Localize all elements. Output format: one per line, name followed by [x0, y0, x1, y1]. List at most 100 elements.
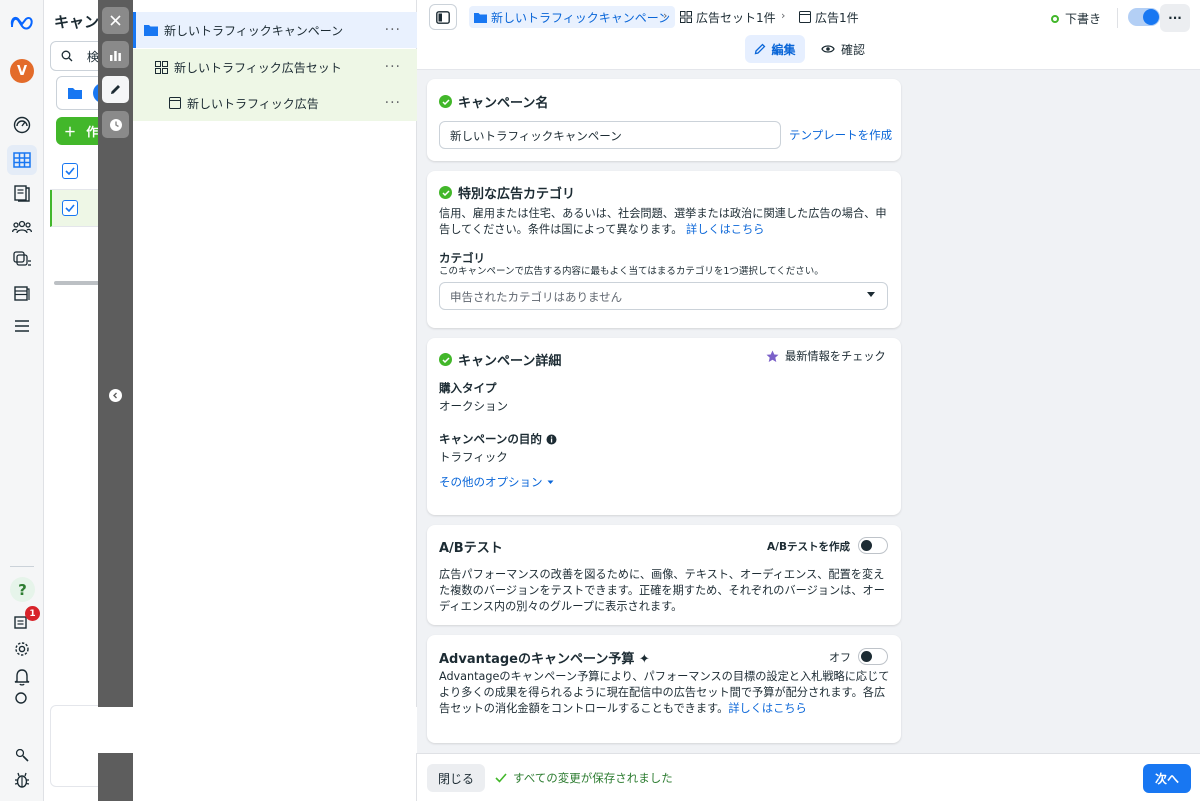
check-circle-icon: [439, 95, 452, 108]
search-partial-icon[interactable]: [7, 692, 37, 706]
ab-test-heading: A/Bテスト: [439, 541, 503, 556]
buying-type-value: オークション: [439, 399, 508, 413]
pages-icon[interactable]: [7, 178, 37, 208]
billing-icon[interactable]: [7, 278, 37, 308]
ab-test-toggle-label: A/Bテストを作成: [767, 541, 850, 553]
campaign-name-input[interactable]: 新しいトラフィックキャンペーン: [439, 121, 781, 149]
more-options-button[interactable]: ···: [1160, 4, 1190, 32]
search-icon: [61, 50, 77, 64]
advantage-budget-toggle[interactable]: [858, 648, 888, 665]
create-template-link[interactable]: テンプレートを作成: [789, 127, 892, 143]
special-category-learn-more-link[interactable]: 詳しくはこちら: [686, 223, 764, 236]
editor-footer: 閉じる すべての変更が保存されました 次へ: [417, 753, 1200, 801]
bug-report-icon[interactable]: [7, 765, 37, 795]
check-circle-icon: [439, 353, 452, 366]
advantage-budget-toggle-label: オフ: [829, 651, 851, 664]
account-avatar[interactable]: V: [10, 59, 34, 83]
ab-test-description: 広告パフォーマンスの改善を図るために、画像、テキスト、オーディエンス、配置を変え…: [439, 568, 885, 613]
table-row[interactable]: [50, 190, 104, 227]
adset-more-icon[interactable]: ···: [385, 59, 401, 75]
blank-overlay: [98, 707, 417, 753]
campaign-folder-icon: [68, 88, 82, 99]
campaign-details-heading: キャンペーン詳細: [439, 350, 561, 369]
breadcrumb-campaign[interactable]: 新しいトラフィックキャンペーン: [469, 6, 676, 28]
more-options-link[interactable]: その他のオプション: [439, 474, 554, 490]
objective-value: トラフィック: [439, 450, 508, 464]
ads-manager-panel: キャン 検 ＋ 作: [44, 0, 104, 801]
bar-chart-icon: [110, 50, 121, 61]
toggle-sidebar-button[interactable]: [429, 4, 457, 30]
tree-item-campaign-label: 新しいトラフィックキャンペーン: [164, 23, 344, 38]
ad-page-icon: [169, 97, 181, 109]
campaigns-table-icon[interactable]: [7, 145, 37, 175]
tree-item-campaign[interactable]: 新しいトラフィックキャンペーン ···: [133, 12, 417, 48]
whats-new-link[interactable]: 最新情報をチェック: [766, 348, 886, 364]
chevron-down-icon: [547, 480, 553, 484]
breadcrumb-chevron-icon: ›: [663, 9, 668, 22]
ad-page-icon: [799, 11, 811, 23]
row-checkbox[interactable]: [62, 200, 78, 216]
campaign-folder-icon: [144, 25, 158, 36]
horizontal-scrollbar[interactable]: [54, 281, 104, 285]
pencil-icon: [755, 43, 766, 55]
campaign-on-toggle[interactable]: [1128, 8, 1160, 26]
adset-grid-icon: [155, 60, 168, 74]
adset-grid-icon: [680, 11, 692, 23]
manager-campaigns-tab[interactable]: [56, 76, 104, 110]
chevron-down-icon: [867, 292, 875, 297]
campaign-more-icon[interactable]: ···: [385, 22, 401, 38]
meta-logo-icon[interactable]: [7, 8, 37, 38]
advantage-budget-description: Advantageのキャンペーン予算により、パフォーマンスの目標の設定と入札戦略…: [439, 670, 890, 715]
eye-icon: [821, 45, 835, 53]
create-button[interactable]: ＋ 作: [56, 117, 104, 145]
dashboard-gauge-icon[interactable]: [7, 110, 37, 140]
audiences-icon[interactable]: [7, 212, 37, 242]
category-select[interactable]: 申告されたカテゴリはありません: [439, 282, 888, 310]
toggle-knob: [861, 540, 872, 551]
campaign-name-card: キャンペーン名 新しいトラフィックキャンペーン テンプレートを作成: [427, 79, 901, 161]
header-divider: [1117, 8, 1118, 28]
ab-test-toggle[interactable]: [858, 537, 888, 554]
tab-edit[interactable]: 編集: [745, 35, 805, 63]
campaign-name-heading: キャンペーン名: [439, 92, 548, 111]
close-icon: [110, 15, 121, 26]
charts-button[interactable]: [102, 41, 129, 68]
sidebar-panel-icon: [436, 10, 450, 24]
menu-hamburger-icon[interactable]: [7, 311, 37, 341]
manager-title: キャン: [54, 13, 100, 31]
advantage-budget-learn-more-link[interactable]: 詳しくはこちら: [728, 702, 806, 715]
close-button[interactable]: 閉じる: [427, 764, 485, 792]
select-all-checkbox[interactable]: [62, 163, 78, 179]
settings-gear-icon[interactable]: [7, 634, 37, 664]
category-hint: このキャンペーンで広告する内容に最もよく当てはまるカテゴリを1つ選択してください…: [439, 266, 824, 277]
history-button[interactable]: [102, 111, 129, 138]
objective-label: キャンペーンの目的: [439, 431, 557, 447]
next-button[interactable]: 次へ: [1143, 764, 1191, 793]
alerts-bell-icon[interactable]: [7, 662, 37, 692]
tab-review[interactable]: 確認: [815, 35, 871, 63]
breadcrumb-ad[interactable]: 広告1件: [799, 6, 859, 28]
draft-status-icon: [1051, 14, 1059, 23]
ab-test-card: A/Bテスト A/Bテストを作成 広告パフォーマンスの改善を図るために、画像、テ…: [427, 525, 901, 625]
advantage-budget-card: Advantageのキャンペーン予算 ✦ オフ Advantageのキャンペーン…: [427, 635, 901, 743]
collapse-panel-chevron-icon[interactable]: [109, 389, 122, 402]
notification-count-badge: 1: [25, 606, 40, 621]
campaign-folder-icon: [474, 12, 487, 23]
tree-item-adset-label: 新しいトラフィック広告セット: [174, 60, 342, 75]
tree-item-ad[interactable]: 新しいトラフィック広告 ···: [133, 85, 417, 121]
star-icon: [766, 350, 779, 362]
ad-more-icon[interactable]: ···: [385, 95, 401, 111]
edit-pencil-button[interactable]: [102, 76, 129, 103]
save-status: すべての変更が保存されました: [495, 770, 673, 786]
campaign-details-card: キャンペーン詳細 最新情報をチェック 購入タイプ オークション キャンペーンの目…: [427, 338, 901, 515]
info-icon[interactable]: [546, 434, 557, 445]
catalog-icon[interactable]: [7, 245, 37, 275]
special-ad-category-card: 特別な広告カテゴリ 信用、雇用または住宅、あるいは、社会問題、選挙または政治に関…: [427, 171, 901, 328]
checkmark-icon: [495, 773, 507, 783]
close-editor-button[interactable]: [102, 7, 129, 34]
help-icon[interactable]: ?: [10, 577, 35, 602]
breadcrumb-adset[interactable]: 広告セット1件: [680, 6, 776, 28]
manager-search-input[interactable]: 検: [50, 41, 104, 71]
tree-item-adset[interactable]: 新しいトラフィック広告セット ···: [133, 49, 417, 85]
breadcrumb-chevron-icon: ›: [781, 9, 786, 22]
